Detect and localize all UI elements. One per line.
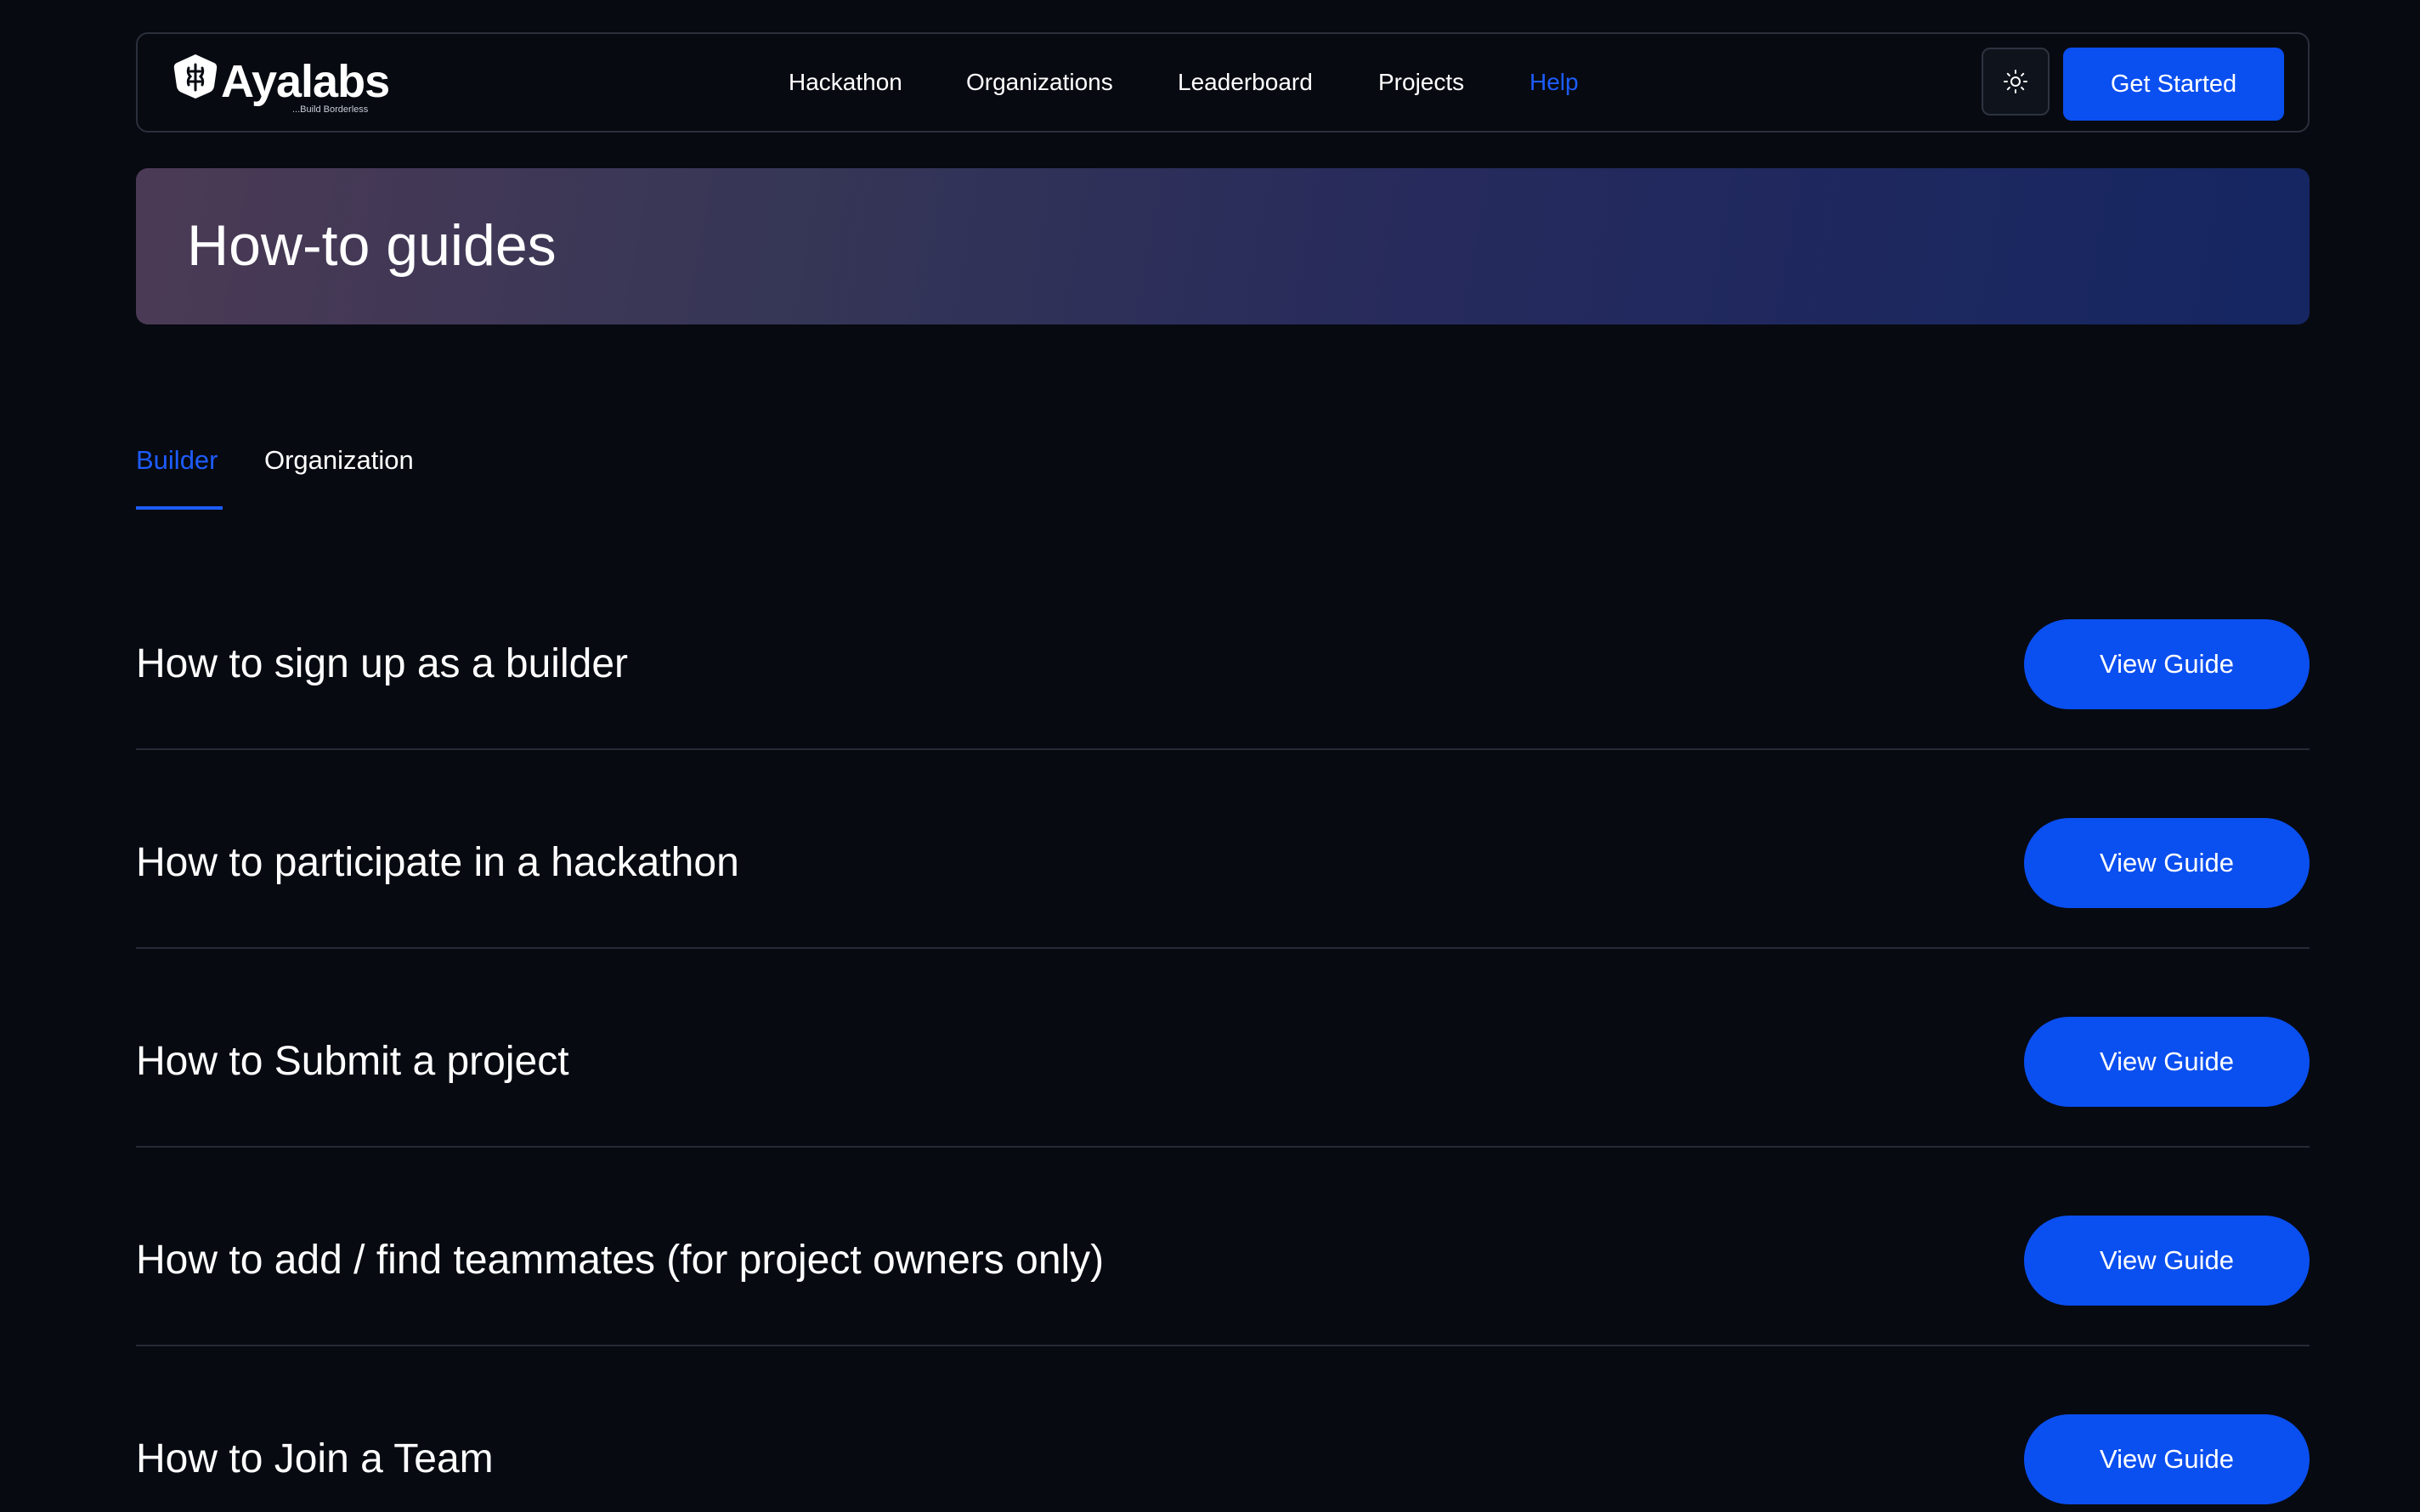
sun-icon xyxy=(2004,70,2027,93)
divider xyxy=(136,947,2310,949)
guide-row: How to add / find teammates (for project… xyxy=(136,1216,2310,1414)
view-guide-button[interactable]: View Guide xyxy=(2024,1216,2310,1306)
nav-link-help[interactable]: Help xyxy=(1529,34,1579,131)
tab-builder[interactable]: Builder xyxy=(136,440,218,481)
guide-row: How to sign up as a builder View Guide xyxy=(136,619,2310,818)
nav-link-hackathon[interactable]: Hackathon xyxy=(789,34,902,131)
nav-link-projects[interactable]: Projects xyxy=(1378,34,1464,131)
guide-row: How to Submit a project View Guide xyxy=(136,1017,2310,1216)
hero-banner: How-to guides xyxy=(136,168,2310,324)
guide-title: How to participate in a hackathon xyxy=(136,840,739,885)
divider xyxy=(136,1345,2310,1346)
nav-link-organizations[interactable]: Organizations xyxy=(966,34,1113,131)
guide-row: How to participate in a hackathon View G… xyxy=(136,818,2310,1017)
guide-row: How to Join a Team View Guide xyxy=(136,1414,2310,1512)
view-guide-button[interactable]: View Guide xyxy=(2024,818,2310,908)
tab-organization[interactable]: Organization xyxy=(264,440,414,481)
guide-title: How to add / find teammates (for project… xyxy=(136,1238,1105,1283)
divider xyxy=(136,748,2310,750)
guide-title: How to Join a Team xyxy=(136,1436,494,1481)
view-guide-button[interactable]: View Guide xyxy=(2024,619,2310,709)
help-page: Ayalabs ...Build Borderless Hackathon Or… xyxy=(0,0,2420,1512)
active-tab-indicator xyxy=(136,506,223,510)
nav-link-leaderboard[interactable]: Leaderboard xyxy=(1178,34,1313,131)
top-navbar: Ayalabs ...Build Borderless Hackathon Or… xyxy=(136,32,2310,133)
view-guide-button[interactable]: View Guide xyxy=(2024,1414,2310,1504)
guide-title: How to sign up as a builder xyxy=(136,641,628,686)
page-title: How-to guides xyxy=(187,213,557,278)
view-guide-button[interactable]: View Guide xyxy=(2024,1017,2310,1107)
guide-title: How to Submit a project xyxy=(136,1039,569,1084)
get-started-button[interactable]: Get Started xyxy=(2063,48,2284,121)
theme-toggle-button[interactable] xyxy=(1982,48,2050,116)
divider xyxy=(136,1146,2310,1148)
